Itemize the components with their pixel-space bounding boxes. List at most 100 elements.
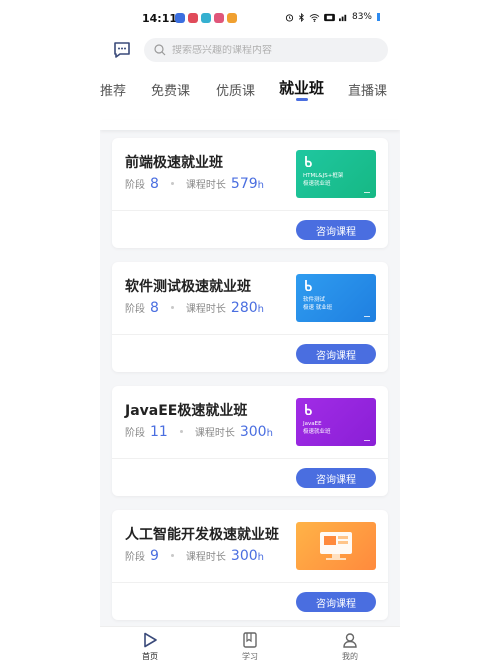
- bottom-navigation: 首页 学习 我的: [100, 626, 400, 666]
- course-thumbnail[interactable]: JavaEE 极速就业班: [296, 398, 376, 446]
- nav-study[interactable]: 学习: [220, 631, 280, 662]
- duration-label: 课程时长: [185, 552, 226, 563]
- brand-logo-icon: [305, 156, 312, 167]
- tab-employment[interactable]: 就业班: [279, 77, 324, 98]
- thumbnail-dash: [364, 316, 370, 317]
- active-tab-indicator: [296, 98, 308, 101]
- course-card[interactable]: JavaEE极速就业班 阶段 11 课程时长 300 h JavaEE 极速就业…: [112, 386, 388, 496]
- thumbnail-line: 软件测试: [303, 297, 326, 303]
- course-card[interactable]: 前端极速就业班 阶段 8 课程时长 579 h HTML&JS+框架 极速就业班…: [112, 138, 388, 248]
- banner-edge: [100, 120, 400, 130]
- tab-live[interactable]: 直播课: [348, 80, 387, 99]
- battery-level: 83%: [351, 12, 372, 22]
- wifi-icon: [309, 13, 320, 22]
- alarm-icon: [285, 13, 294, 22]
- duration-value: 300: [230, 548, 258, 564]
- stage-label: 阶段: [125, 180, 145, 191]
- thumbnail-dash: [364, 192, 370, 193]
- thumbnail-line: 极速就业班: [303, 181, 331, 187]
- meta-separator: [179, 430, 183, 433]
- message-icon[interactable]: [112, 40, 132, 60]
- thumbnail-text: HTML&JS+框架 极速就业班: [303, 172, 343, 188]
- book-icon: [243, 632, 257, 648]
- cellular-icon: [338, 14, 347, 21]
- brand-logo-icon: [305, 404, 312, 415]
- consult-course-button[interactable]: 咨询课程: [296, 468, 376, 488]
- consult-course-button[interactable]: 咨询课程: [296, 344, 376, 364]
- meta-separator: [170, 306, 174, 309]
- bluetooth-icon: [298, 12, 304, 22]
- brand-logo-icon: [305, 280, 312, 291]
- search-input[interactable]: [172, 44, 372, 56]
- nav-mine[interactable]: 我的: [320, 631, 380, 662]
- thumbnail-text: JavaEE 极速就业班: [303, 420, 331, 436]
- course-thumbnail[interactable]: 软件测试 极速 就业班: [296, 274, 376, 322]
- stage-value: 9: [150, 548, 159, 564]
- thumbnail-line: 极速 就业班: [303, 305, 333, 311]
- nav-label: 学习: [242, 652, 258, 661]
- course-meta: 阶段 11 课程时长 300 h: [125, 424, 273, 440]
- thumbnail-line: HTML&JS+框架: [303, 173, 344, 179]
- thumbnail-text: 软件测试 极速 就业班: [303, 296, 332, 312]
- duration-unit: h: [257, 180, 264, 191]
- course-title: 人工智能开发极速就业班: [125, 527, 279, 543]
- course-card[interactable]: 软件测试极速就业班 阶段 8 课程时长 280 h 软件测试 极速 就业班 咨询…: [112, 262, 388, 372]
- stage-value: 8: [150, 176, 159, 192]
- signal-icon: [324, 13, 335, 21]
- tab-quality[interactable]: 优质课: [216, 80, 255, 99]
- duration-unit: h: [257, 552, 264, 563]
- stage-value: 8: [150, 300, 159, 316]
- search-bar[interactable]: [144, 38, 388, 62]
- app-notification-icon: [227, 13, 237, 23]
- status-bar: 14:11 83%: [100, 0, 400, 38]
- stage-label: 阶段: [125, 304, 145, 315]
- tab-recommend[interactable]: 推荐: [100, 80, 126, 99]
- duration-value: 280: [230, 300, 258, 316]
- app-notification-icon: [214, 13, 224, 23]
- play-icon: [144, 632, 157, 648]
- thumbnail-dash: [364, 440, 370, 441]
- nav-home[interactable]: 首页: [120, 631, 180, 662]
- app-notification-icon: [188, 13, 198, 23]
- course-title: JavaEE极速就业班: [125, 403, 248, 419]
- app-notification-icon: [201, 13, 211, 23]
- card-divider: [112, 458, 388, 459]
- duration-label: 课程时长: [194, 428, 235, 439]
- course-card[interactable]: 人工智能开发极速就业班 阶段 9 课程时长 300 h 咨询课程: [112, 510, 388, 620]
- notification-icons: [175, 13, 237, 23]
- app-notification-icon: [175, 13, 185, 23]
- card-divider: [112, 582, 388, 583]
- consult-course-button[interactable]: 咨询课程: [296, 592, 376, 612]
- course-thumbnail[interactable]: [296, 522, 376, 570]
- course-title: 前端极速就业班: [125, 155, 223, 171]
- meta-separator: [170, 554, 174, 557]
- nav-label: 我的: [342, 652, 358, 661]
- tab-free[interactable]: 免费课: [151, 80, 190, 99]
- duration-unit: h: [257, 304, 264, 315]
- card-divider: [112, 210, 388, 211]
- search-icon: [154, 44, 166, 56]
- status-time: 14:11: [142, 12, 178, 25]
- stage-label: 阶段: [125, 552, 145, 563]
- app-screen: 14:11 83% 推荐 免费课 优质课: [100, 0, 400, 666]
- ai-illustration-icon: [320, 532, 352, 560]
- charging-icon: [377, 13, 380, 21]
- course-meta: 阶段 8 课程时长 579 h: [125, 176, 264, 192]
- duration-value: 300: [239, 424, 267, 440]
- stage-value: 11: [150, 424, 168, 440]
- consult-course-button[interactable]: 咨询课程: [296, 220, 376, 240]
- duration-unit: h: [266, 428, 273, 439]
- meta-separator: [170, 182, 174, 185]
- duration-label: 课程时长: [185, 180, 226, 191]
- status-right: 83%: [285, 12, 380, 22]
- duration-value: 579: [230, 176, 258, 192]
- nav-label: 首页: [142, 652, 158, 661]
- category-tabs: 推荐 免费课 优质课 就业班 直播课: [100, 74, 400, 104]
- user-icon: [343, 633, 357, 648]
- course-meta: 阶段 8 课程时长 280 h: [125, 300, 264, 316]
- course-title: 软件测试极速就业班: [125, 279, 251, 295]
- course-thumbnail[interactable]: HTML&JS+框架 极速就业班: [296, 150, 376, 198]
- course-meta: 阶段 9 课程时长 300 h: [125, 548, 264, 564]
- thumbnail-line: JavaEE: [303, 421, 322, 427]
- duration-label: 课程时长: [185, 304, 226, 315]
